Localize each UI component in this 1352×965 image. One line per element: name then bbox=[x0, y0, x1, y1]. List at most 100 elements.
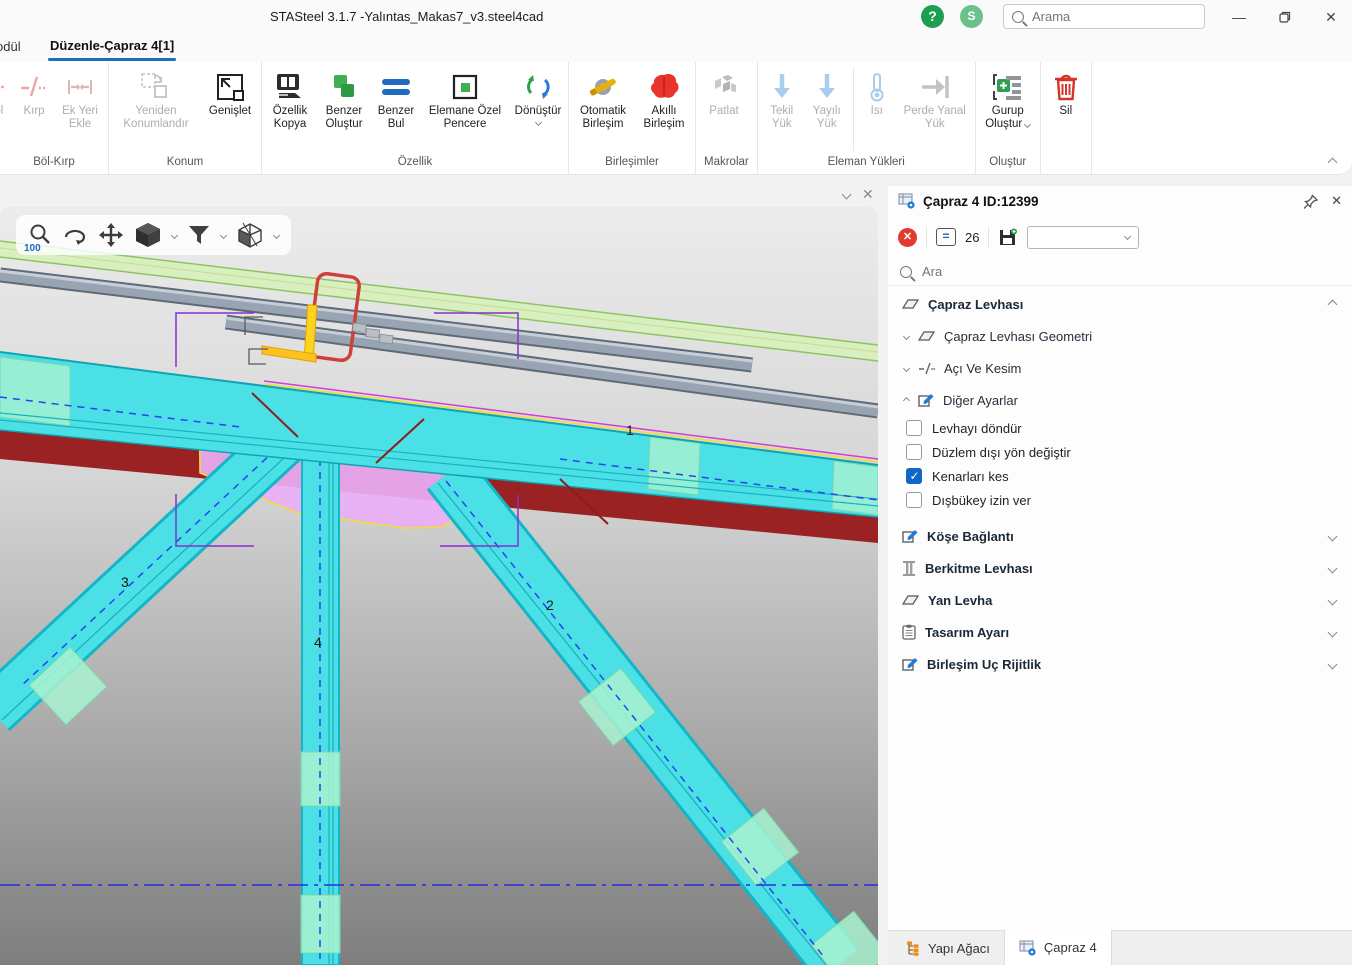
tree-section-capraz-levhasi[interactable]: Çapraz Levhası bbox=[888, 288, 1352, 320]
chevron-down-icon[interactable] bbox=[1328, 563, 1338, 573]
panel-search[interactable] bbox=[888, 258, 1352, 286]
help-button[interactable]: ? bbox=[921, 5, 944, 28]
akilli-birlesim-button[interactable]: Akıllı Birleşim bbox=[635, 66, 693, 134]
minimize-button[interactable]: — bbox=[1224, 6, 1254, 28]
plate-icon bbox=[918, 330, 935, 342]
tab-duzenle-capraz[interactable]: Düzenle-Çapraz 4[1] bbox=[50, 38, 174, 58]
checkbox-duzlem-disi[interactable]: Düzlem dışı yön değiştir bbox=[888, 440, 1352, 464]
chevron-down-icon bbox=[534, 119, 541, 126]
tree-section-kose-baglanti[interactable]: Köşe Bağlantı bbox=[888, 520, 1352, 552]
divider bbox=[988, 227, 989, 247]
3d-viewport-canvas[interactable]: 1 2 3 4 bbox=[0, 207, 878, 965]
checkbox-checked[interactable] bbox=[906, 468, 922, 484]
trash-icon bbox=[1052, 69, 1080, 105]
thermometer-icon bbox=[865, 69, 889, 105]
chevron-down-icon[interactable] bbox=[171, 231, 178, 238]
chevron-up-icon[interactable] bbox=[903, 396, 910, 403]
yeniden-konumlandir-button: Yeniden Konumlandır bbox=[111, 66, 201, 134]
brace-member-3[interactable] bbox=[0, 433, 300, 725]
panel-toolbar: ✕ = 26 bbox=[888, 222, 1352, 252]
checkbox-levhayi-dondur[interactable]: Levhayı döndür bbox=[888, 416, 1352, 440]
chevron-down-icon[interactable] bbox=[903, 364, 910, 371]
zoom-tool-button[interactable]: 100 bbox=[28, 223, 52, 247]
tree-item-aci-ve-kesim[interactable]: Açı Ve Kesim bbox=[888, 352, 1352, 384]
tab-capraz-4[interactable]: Çapraz 4 bbox=[1004, 930, 1112, 965]
user-avatar[interactable]: S bbox=[960, 5, 983, 28]
checkbox-kenarlari-kes[interactable]: Kenarları kes bbox=[888, 464, 1352, 488]
checkbox-disbukey[interactable]: Dışbükey izin ver bbox=[888, 488, 1352, 512]
patlat-button: Patlat bbox=[698, 66, 750, 121]
chevron-down-icon[interactable] bbox=[842, 190, 852, 200]
tree-section-tasarim-ayari[interactable]: Tasarım Ayarı bbox=[888, 616, 1352, 648]
create-similar-icon bbox=[328, 69, 360, 105]
ribbon-group-olustur: Gurup Oluştur Oluştur bbox=[976, 62, 1041, 174]
cancel-button[interactable]: ✕ bbox=[898, 228, 917, 247]
group-label-bol-kirp: Böl-Kırp bbox=[2, 153, 106, 172]
filter-button[interactable] bbox=[187, 223, 211, 247]
tree-section-berkitme-levhasi[interactable]: Berkitme Levhası bbox=[888, 552, 1352, 584]
restore-icon bbox=[1279, 11, 1291, 23]
otomatik-birlesim-button[interactable]: Otomatik Birleşim bbox=[571, 66, 635, 134]
genislet-button[interactable]: Genişlet bbox=[201, 66, 259, 121]
chevron-up-icon[interactable] bbox=[1328, 299, 1338, 309]
global-search[interactable] bbox=[1003, 4, 1205, 29]
axonometric-view-button[interactable] bbox=[236, 221, 264, 249]
roof-beam[interactable] bbox=[0, 241, 878, 361]
tree-item-diger-ayarlar[interactable]: Diğer Ayarlar bbox=[888, 384, 1352, 416]
tab-yapi-agaci[interactable]: Yapı Ağacı bbox=[892, 931, 1004, 965]
search-input[interactable] bbox=[1032, 9, 1172, 24]
property-tree: Çapraz Levhası Çapraz Levhası Geometri A… bbox=[888, 288, 1352, 680]
elemane-ozel-pencere-button[interactable]: Elemane Özel Pencere bbox=[420, 66, 510, 134]
item-count: 26 bbox=[965, 230, 979, 245]
pin-icon[interactable] bbox=[1303, 194, 1318, 209]
tree-section-birlesim-uc-rijitlik[interactable]: Birleşim Uç Rijitlik bbox=[888, 648, 1352, 680]
pan-tool-button[interactable] bbox=[98, 222, 124, 248]
3d-viewport[interactable]: 1 2 3 4 100 bbox=[0, 207, 878, 965]
ribbon-collapse-icon[interactable] bbox=[1328, 158, 1338, 168]
donustur-button[interactable]: Dönüştür bbox=[510, 66, 566, 128]
checkbox[interactable] bbox=[906, 492, 922, 508]
viewport-close-icon[interactable]: ✕ bbox=[862, 186, 874, 203]
member-label-4: 4 bbox=[314, 634, 322, 650]
view-cube-button[interactable] bbox=[134, 221, 162, 249]
plate-icon bbox=[902, 594, 919, 606]
panel-search-input[interactable] bbox=[922, 264, 1122, 279]
properties-panel: Çapraz 4 ID:12399 ✕ ✕ = 26 Çapraz Levhas… bbox=[888, 186, 1352, 965]
save-icon[interactable] bbox=[998, 228, 1018, 247]
sil-button[interactable]: Sil bbox=[1043, 66, 1089, 121]
gurup-olustur-button[interactable]: Gurup Oluştur bbox=[978, 66, 1038, 134]
orbit-tool-button[interactable] bbox=[62, 223, 88, 247]
chevron-down-icon[interactable] bbox=[273, 231, 280, 238]
ribbon-group-konum: Yeniden Konumlandır Genişlet Konum bbox=[109, 62, 262, 174]
tree-section-yan-levha[interactable]: Yan Levha bbox=[888, 584, 1352, 616]
chevron-down-icon[interactable] bbox=[1328, 595, 1338, 605]
chevron-down-icon[interactable] bbox=[903, 332, 910, 339]
checkbox[interactable] bbox=[906, 444, 922, 460]
benzer-bul-button[interactable]: Benzer Bul bbox=[372, 66, 420, 134]
plate-icon bbox=[902, 298, 919, 310]
kirp-button: Kırp bbox=[14, 66, 54, 121]
tab-module-partial[interactable]: odül bbox=[0, 39, 21, 54]
chevron-down-icon[interactable] bbox=[220, 231, 227, 238]
equals-filter-button[interactable]: = bbox=[936, 228, 956, 246]
bol-button: Böl bbox=[0, 66, 14, 121]
restore-button[interactable] bbox=[1270, 6, 1300, 28]
brace-member-2[interactable] bbox=[438, 473, 878, 965]
group-label-olustur: Oluştur bbox=[978, 153, 1038, 172]
clipboard-icon bbox=[902, 624, 916, 640]
preset-dropdown[interactable] bbox=[1027, 226, 1139, 249]
panel-close-icon[interactable]: ✕ bbox=[1331, 193, 1342, 209]
benzer-olustur-button[interactable]: Benzer Oluştur bbox=[316, 66, 372, 134]
ozellik-kopya-button[interactable]: Özellik Kopya bbox=[264, 66, 316, 134]
trim-icon bbox=[19, 69, 49, 105]
close-button[interactable]: ✕ bbox=[1316, 6, 1346, 28]
chevron-down-icon[interactable] bbox=[1328, 531, 1338, 541]
convert-icon bbox=[522, 69, 554, 105]
chevron-down-icon[interactable] bbox=[1328, 659, 1338, 669]
panel-header: Çapraz 4 ID:12399 ✕ bbox=[888, 186, 1352, 216]
checkbox[interactable] bbox=[906, 420, 922, 436]
chevron-down-icon[interactable] bbox=[1328, 627, 1338, 637]
tree-item-geometri[interactable]: Çapraz Levhası Geometri bbox=[888, 320, 1352, 352]
viewport-header-strip: ✕ bbox=[0, 175, 888, 207]
edit-pen-icon bbox=[902, 529, 918, 543]
